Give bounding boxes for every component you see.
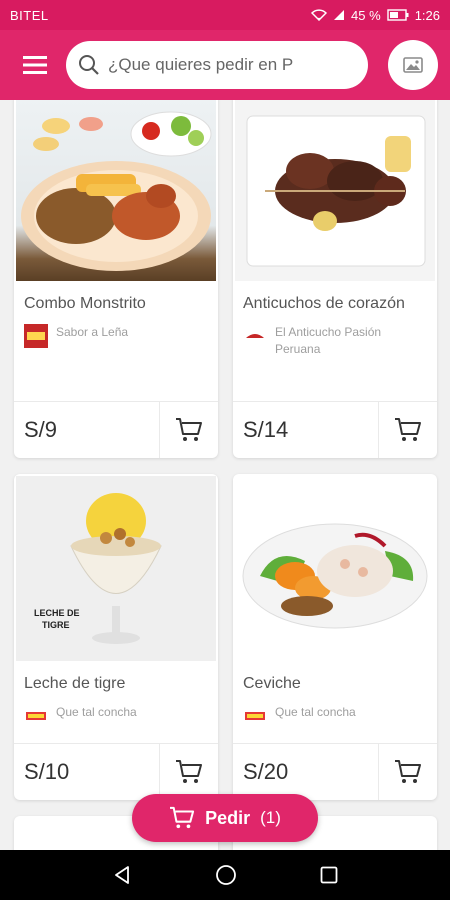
svg-text:TIGRE: TIGRE — [42, 620, 70, 630]
product-card[interactable]: Combo Monstrito Sabor a Leña S/9 — [14, 100, 218, 458]
add-to-cart-button[interactable] — [160, 744, 218, 800]
card-footer: S/20 — [233, 743, 437, 800]
wifi-icon — [311, 9, 328, 21]
product-name: Leche de tigre — [24, 675, 126, 692]
store-info[interactable]: Sabor a Leña — [14, 324, 218, 348]
order-button-label: Pedir — [205, 807, 251, 828]
home-icon[interactable] — [215, 864, 237, 886]
product-price: S/20 — [233, 744, 379, 800]
cart-icon — [395, 418, 421, 441]
app-bar — [0, 30, 450, 100]
signal-icon — [334, 10, 345, 20]
product-card[interactable]: LECHE DE TIGRE Leche de tigre Que tal co… — [14, 474, 218, 800]
product-price: S/10 — [14, 744, 160, 800]
navigation-bar — [0, 850, 450, 900]
back-icon[interactable] — [112, 865, 132, 885]
product-photo-combo — [16, 100, 216, 281]
product-card[interactable]: Ceviche Que tal concha S/20 — [233, 474, 437, 800]
card-footer: S/14 — [233, 401, 437, 458]
battery-icon — [386, 9, 409, 21]
product-price: S/14 — [233, 402, 379, 458]
status-bar: BITEL 45 % 1:26 — [0, 0, 450, 30]
cart-icon — [395, 760, 421, 783]
search-input[interactable] — [108, 55, 338, 75]
image-icon — [403, 57, 423, 73]
product-price: S/9 — [14, 402, 160, 458]
add-to-cart-button[interactable] — [379, 744, 437, 800]
store-logo — [243, 704, 267, 728]
battery-level: 45 % — [351, 7, 381, 23]
product-grid: Combo Monstrito Sabor a Leña S/9 Anticuc… — [0, 100, 450, 850]
search-icon — [79, 55, 99, 75]
search-bar[interactable] — [66, 41, 368, 89]
store-info[interactable]: El Anticucho Pasión Peruana — [233, 324, 437, 358]
cart-icon — [170, 806, 195, 829]
store-name: Que tal concha — [56, 705, 137, 719]
card-footer: S/9 — [14, 401, 218, 458]
store-logo — [243, 324, 267, 348]
clock: 1:26 — [414, 7, 440, 23]
product-name: Anticuchos de corazón — [243, 295, 405, 312]
cart-icon — [176, 760, 202, 783]
add-to-cart-button[interactable] — [379, 402, 437, 458]
carrier-label: BITEL — [10, 7, 49, 23]
card-footer: S/10 — [14, 743, 218, 800]
store-logo — [24, 324, 48, 348]
store-name: Sabor a Leña — [56, 325, 129, 339]
menu-button[interactable] — [0, 30, 70, 100]
order-button[interactable]: Pedir (1) — [132, 794, 318, 842]
image-search-button[interactable] — [388, 40, 438, 90]
add-to-cart-button[interactable] — [160, 402, 218, 458]
product-card[interactable]: Anticuchos de corazón El Anticucho Pasió… — [233, 100, 437, 458]
product-photo-leche-de-tigre: LECHE DE TIGRE — [16, 476, 216, 661]
product-photo-anticuchos — [235, 100, 435, 281]
product-name: Ceviche — [243, 675, 301, 692]
store-info[interactable]: Que tal concha — [14, 704, 218, 728]
store-info[interactable]: Que tal concha — [233, 704, 437, 728]
svg-text:LECHE DE: LECHE DE — [34, 608, 80, 618]
order-count: (1) — [260, 808, 281, 827]
product-photo-ceviche — [235, 476, 435, 661]
store-name: Que tal concha — [275, 705, 356, 719]
cart-icon — [176, 418, 202, 441]
menu-icon — [23, 56, 47, 74]
store-logo — [24, 704, 48, 728]
recents-icon[interactable] — [320, 866, 338, 884]
product-name: Combo Monstrito — [24, 295, 146, 312]
store-name: El Anticucho Pasión Peruana — [275, 325, 382, 356]
